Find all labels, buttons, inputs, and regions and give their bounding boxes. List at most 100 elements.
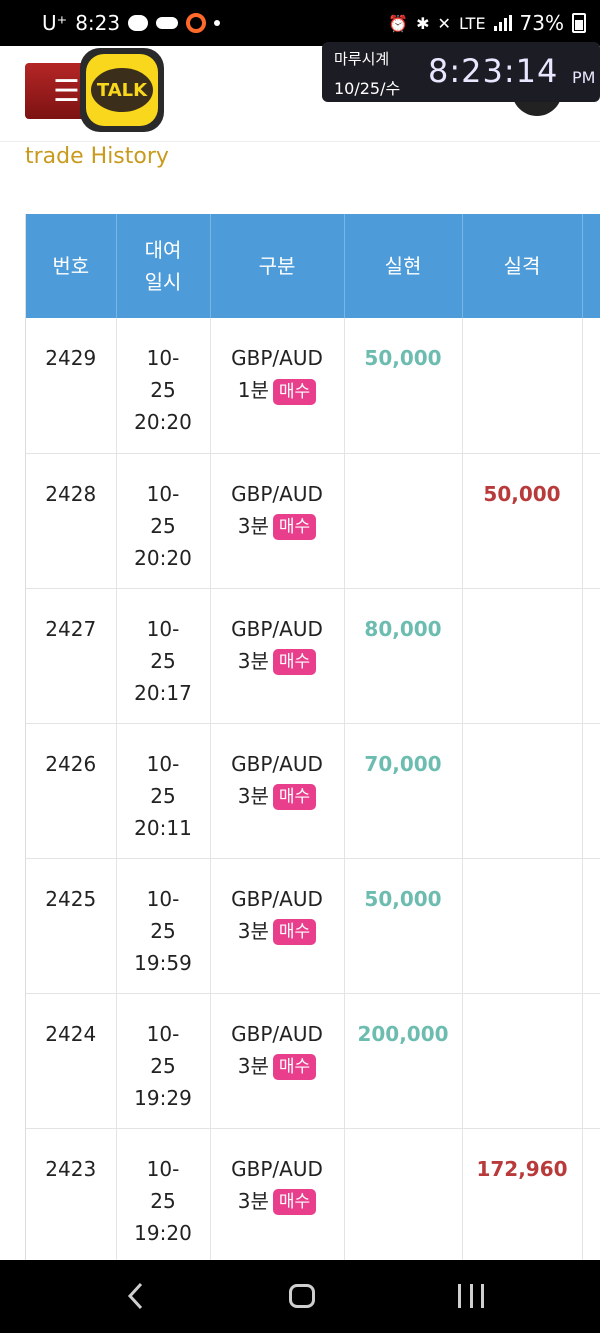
trade-history-table: 번호 대여 일시 구분 실현 실격 2429 10- 25 20:20 GBP/AU… (25, 214, 600, 1260)
trade-type: GBP/AUD 3분 매수 (210, 453, 345, 589)
currency-pair: GBP/AUD (231, 481, 323, 506)
profit-value: 80,000 (344, 588, 463, 724)
trade-duration: 3분 (237, 648, 269, 673)
table-row: 2425 10- 25 19:59 GBP/AUD 3분 매수 50,000 (26, 858, 600, 994)
mute-icon: ✕ (437, 13, 451, 33)
column-header-number: 번호 (26, 214, 117, 318)
table-row: 2427 10- 25 20:17 GBP/AUD 3분 매수 80,000 (26, 588, 600, 724)
overflow-cell (582, 1128, 600, 1260)
overflow-cell (582, 588, 600, 724)
page-title: trade History (25, 144, 169, 169)
loss-value (462, 588, 583, 724)
kakaotalk-icon[interactable]: TALK (80, 48, 164, 132)
trade-type: GBP/AUD 3분 매수 (210, 858, 345, 994)
trade-duration: 3분 (237, 1053, 269, 1078)
trade-type: GBP/AUD 3분 매수 (210, 993, 345, 1129)
loss-value (462, 858, 583, 994)
overflow-cell (582, 318, 600, 454)
clock-widget: 마루시계 10/25/수 8:23:14 PM (322, 42, 600, 102)
currency-pair: GBP/AUD (231, 346, 323, 370)
trade-duration: 1분 (237, 378, 269, 402)
trade-number: 2426 (26, 723, 117, 859)
overflow-cell (582, 453, 600, 589)
recent-apps-icon[interactable] (458, 1284, 484, 1308)
table-row: 2428 10- 25 20:20 GBP/AUD 3분 매수 50,000 (26, 453, 600, 589)
bluetooth-icon: ✱ (416, 13, 430, 33)
alarm-icon: ⏰ (388, 13, 409, 33)
table-row: 2423 10- 25 19:20 GBP/AUD 3분 매수 172,960 (26, 1128, 600, 1260)
currency-pair: GBP/AUD (231, 751, 323, 776)
table-row: 2426 10- 25 20:11 GBP/AUD 3분 매수 70,000 (26, 723, 600, 859)
battery-icon (572, 13, 586, 33)
trade-number: 2425 (26, 858, 117, 994)
overflow-cell (582, 858, 600, 994)
column-header-loss: 실격 (462, 214, 583, 318)
trade-number: 2424 (26, 993, 117, 1129)
back-icon[interactable] (126, 1282, 146, 1310)
currency-pair: GBP/AUD (231, 1021, 323, 1046)
loss-value (462, 723, 583, 859)
trade-duration: 3분 (237, 918, 269, 943)
trade-datetime: 10- 25 20:11 (116, 723, 211, 859)
trade-datetime: 10- 25 19:29 (116, 993, 211, 1129)
buy-badge: 매수 (272, 378, 317, 405)
signal-icon (493, 15, 512, 31)
hamburger-icon: ☰ (53, 73, 80, 109)
loss-value (462, 993, 583, 1129)
column-header-profit: 실현 (344, 214, 463, 318)
overflow-cell (582, 723, 600, 859)
trade-duration: 3분 (237, 513, 269, 538)
profit-value: 200,000 (344, 993, 463, 1129)
buy-badge: 매수 (272, 1189, 317, 1215)
table-row: 2424 10- 25 19:29 GBP/AUD 3분 매수 200,000 (26, 993, 600, 1129)
carrier-label: U⁺ (42, 11, 68, 35)
column-header-overflow (582, 214, 600, 318)
cloud-icon (156, 17, 179, 29)
trade-duration: 3분 (237, 1188, 269, 1213)
trade-number: 2423 (26, 1128, 117, 1260)
trade-datetime: 10- 25 20:20 (116, 453, 211, 589)
profit-value: 70,000 (344, 723, 463, 859)
buy-badge: 매수 (272, 1054, 317, 1080)
overflow-cell (582, 993, 600, 1129)
trade-datetime: 10- 25 19:59 (116, 858, 211, 994)
profit-value: 50,000 (344, 318, 463, 454)
profit-value: 50,000 (344, 858, 463, 994)
trade-datetime: 10- 25 20:20 (116, 318, 211, 454)
network-type: LTE (458, 13, 486, 33)
navigation-bar (0, 1260, 600, 1333)
trade-number: 2428 (26, 453, 117, 589)
loss-value (462, 318, 583, 454)
buy-badge: 매수 (272, 784, 317, 810)
more-notifications-icon (214, 20, 221, 26)
trade-datetime: 10- 25 20:17 (116, 588, 211, 724)
trade-type: GBP/AUD 3분 매수 (210, 588, 345, 724)
currency-pair: GBP/AUD (231, 616, 323, 641)
battery-percent: 73% (519, 11, 564, 35)
trade-number: 2427 (26, 588, 117, 724)
clock-time: 8:23 (75, 11, 121, 35)
trade-datetime: 10- 25 19:20 (116, 1128, 211, 1260)
clock-widget-ampm: PM (572, 68, 596, 87)
talk-notification-icon (128, 15, 149, 31)
buy-badge: 매수 (272, 514, 317, 540)
status-bar: U⁺ 8:23 ⏰ ✱ ✕ LTE 73% (0, 0, 600, 46)
profit-value (344, 1128, 463, 1260)
clock-widget-time: 8:23:14 (428, 52, 559, 90)
app-notification-icon (186, 13, 207, 33)
column-header-datetime: 대여 일시 (116, 214, 211, 318)
buy-badge: 매수 (272, 919, 317, 945)
trade-type: GBP/AUD 3분 매수 (210, 723, 345, 859)
talk-label: TALK (91, 68, 153, 112)
column-header-type: 구분 (210, 214, 345, 318)
loss-value: 172,960 (462, 1128, 583, 1260)
trade-type: GBP/AUD 1분 매수 (210, 318, 345, 454)
trade-number: 2429 (26, 318, 117, 454)
buy-badge: 매수 (272, 649, 317, 675)
profit-value (344, 453, 463, 589)
currency-pair: GBP/AUD (231, 886, 323, 911)
home-icon[interactable] (289, 1284, 315, 1308)
currency-pair: GBP/AUD (231, 1156, 323, 1181)
table-header-row: 번호 대여 일시 구분 실현 실격 (26, 214, 600, 318)
trade-type: GBP/AUD 3분 매수 (210, 1128, 345, 1260)
